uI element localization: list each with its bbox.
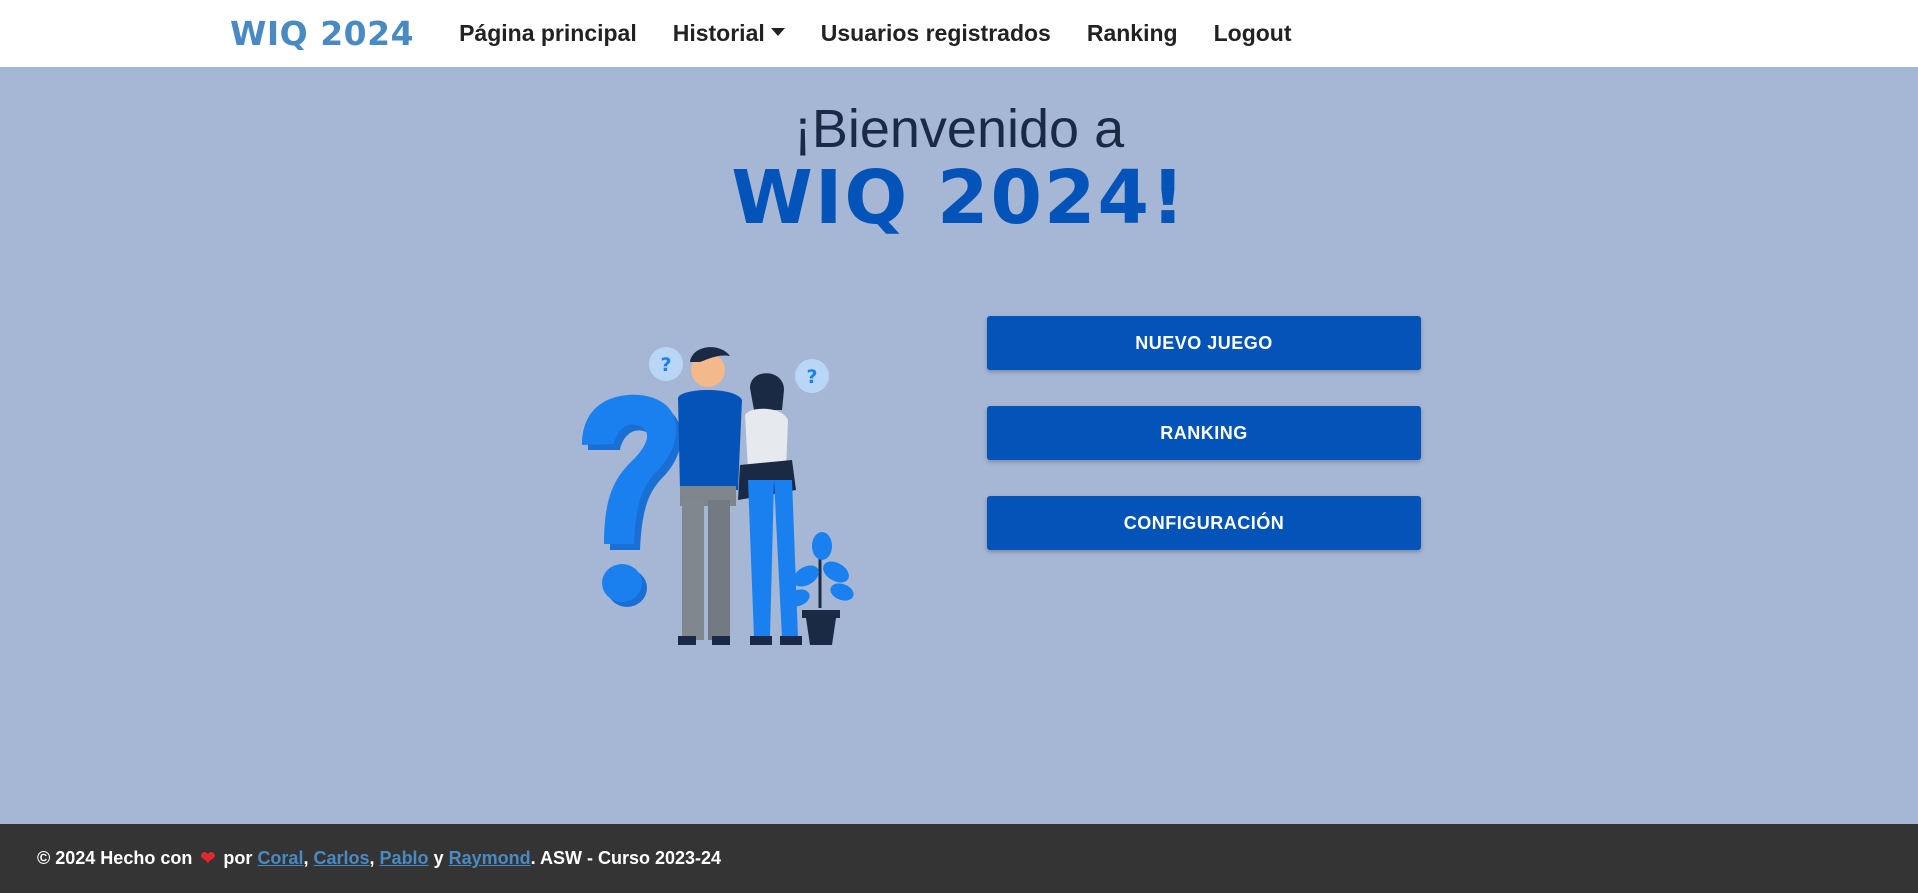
hero-title: WIQ 2024! <box>731 155 1187 241</box>
confused-people-illustration: ? ? <box>582 347 854 645</box>
man-figure <box>678 347 742 645</box>
nav-ranking[interactable]: Ranking <box>1087 20 1178 47</box>
svg-text:?: ? <box>806 366 817 388</box>
footer: © 2024 Hecho con ❤ por Coral, Carlos, Pa… <box>0 824 1918 893</box>
nav-logout-label: Logout <box>1213 20 1292 46</box>
nav-ranking-label: Ranking <box>1086 20 1178 46</box>
footer-copyright: © 2024 Hecho con <box>37 848 193 868</box>
settings-button[interactable]: CONFIGURACIÓN <box>987 496 1421 550</box>
footer-by: por <box>223 848 253 868</box>
nav-history-dropdown[interactable]: Historial <box>673 20 785 47</box>
top-navbar: WIQ 2024 Página principal Historial Usua… <box>0 0 1918 67</box>
new-game-button[interactable]: NUEVO JUEGO <box>987 316 1421 370</box>
footer-sep: , <box>369 848 375 868</box>
nav-home[interactable]: Página principal <box>459 20 637 47</box>
author-link-raymond[interactable]: Raymond <box>449 848 531 869</box>
welcome-text: ¡Bienvenido a <box>793 99 1125 159</box>
author-link-carlos[interactable]: Carlos <box>313 848 369 869</box>
svg-text:?: ? <box>660 354 671 376</box>
nav-registered-users[interactable]: Usuarios registrados <box>821 20 1051 47</box>
author-link-pablo[interactable]: Pablo <box>380 848 429 869</box>
heart-icon: ❤ <box>200 848 216 868</box>
ranking-button[interactable]: RANKING <box>987 406 1421 460</box>
author-link-coral[interactable]: Coral <box>257 848 303 869</box>
nav-home-label: Página principal <box>459 20 637 46</box>
nav-logout[interactable]: Logout <box>1214 20 1292 47</box>
nav-history-label: Historial <box>672 20 765 46</box>
caret-down-icon <box>770 27 785 36</box>
footer-sep: , <box>303 848 309 868</box>
footer-and: y <box>433 848 444 868</box>
question-mark-icon <box>582 394 682 607</box>
nav-users-label: Usuarios registrados <box>820 20 1051 46</box>
brand-logo[interactable]: WIQ 2024 <box>230 14 414 53</box>
footer-course: . ASW - Curso 2023-24 <box>530 848 722 868</box>
